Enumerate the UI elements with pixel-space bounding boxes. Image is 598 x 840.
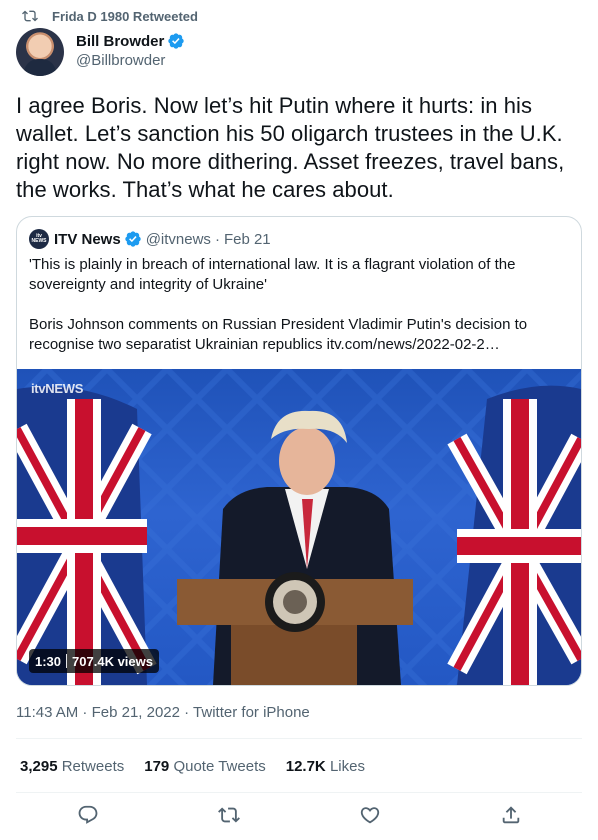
itv-watermark: itvNEWS [31, 381, 84, 396]
quote-tweets-stat[interactable]: 179 Quote Tweets [144, 758, 265, 775]
quoted-tweet[interactable]: itv NEWS ITV News @itvnews · Feb 21 'Thi… [16, 216, 582, 686]
retweets-count: 3,295 [20, 758, 58, 775]
tweet-timestamp[interactable]: 11:43 AM · Feb 21, 2022 · Twitter for iP… [16, 704, 310, 721]
video-player[interactable]: itvNEWS 1:30 707.4K views [17, 369, 581, 685]
tweet-actions [0, 804, 598, 828]
author-name[interactable]: Bill Browder [76, 33, 164, 50]
video-views: 707.4K views [72, 653, 153, 669]
divider [16, 738, 582, 739]
retweet-context[interactable]: Frida D 1980 Retweeted [22, 7, 198, 25]
retweets-stat[interactable]: 3,295 Retweets [20, 758, 124, 775]
quoted-date[interactable]: Feb 21 [224, 231, 271, 248]
share-button[interactable] [500, 804, 522, 826]
quoted-tweet-header: itv NEWS ITV News @itvnews · Feb 21 [29, 229, 271, 249]
quotes-count: 179 [144, 758, 170, 775]
reply-button[interactable] [77, 804, 99, 826]
likes-stat[interactable]: 12.7K Likes [286, 758, 365, 775]
avatar[interactable] [16, 28, 64, 76]
share-icon [502, 806, 520, 824]
likes-label: Likes [329, 758, 365, 775]
video-duration: 1:30 [35, 653, 62, 669]
left-flag [17, 386, 157, 685]
author: Bill Browder @Billbrowder [16, 28, 185, 76]
like-icon [360, 807, 380, 824]
separator-dot: · [214, 230, 220, 248]
retweet-button[interactable] [218, 804, 240, 826]
video-thumbnail [17, 369, 581, 685]
quoted-author-handle[interactable]: @itvnews [146, 231, 211, 248]
verified-badge-icon [168, 33, 185, 49]
reply-icon [78, 805, 98, 824]
retweet-icon [22, 10, 38, 22]
verified-badge-icon [125, 231, 141, 247]
divider [16, 792, 582, 793]
itv-news-avatar[interactable]: itv NEWS [29, 229, 49, 249]
author-handle[interactable]: @Billbrowder [76, 52, 185, 69]
retweets-label: Retweets [61, 758, 125, 775]
like-button[interactable] [359, 804, 381, 826]
quotes-label: Quote Tweets [173, 758, 266, 775]
tweet-text: I agree Boris. Now let’s hit Putin where… [16, 93, 565, 202]
quoted-tweet-text: 'This is plainly in breach of internatio… [29, 255, 565, 375]
video-duration-badge: 1:30 707.4K views [29, 649, 159, 673]
retweet-icon [218, 807, 240, 823]
quoted-author-name[interactable]: ITV News [54, 231, 121, 248]
likes-count: 12.7K [285, 758, 326, 775]
quoted-paragraph-2: Boris Johnson comments on Russian Presid… [29, 316, 528, 353]
quoted-paragraph-1: 'This is plainly in breach of internatio… [29, 256, 516, 293]
retweet-context-label: Frida D 1980 Retweeted [52, 8, 198, 24]
tweet-stats: 3,295 Retweets 179 Quote Tweets 12.7K Li… [20, 758, 385, 775]
